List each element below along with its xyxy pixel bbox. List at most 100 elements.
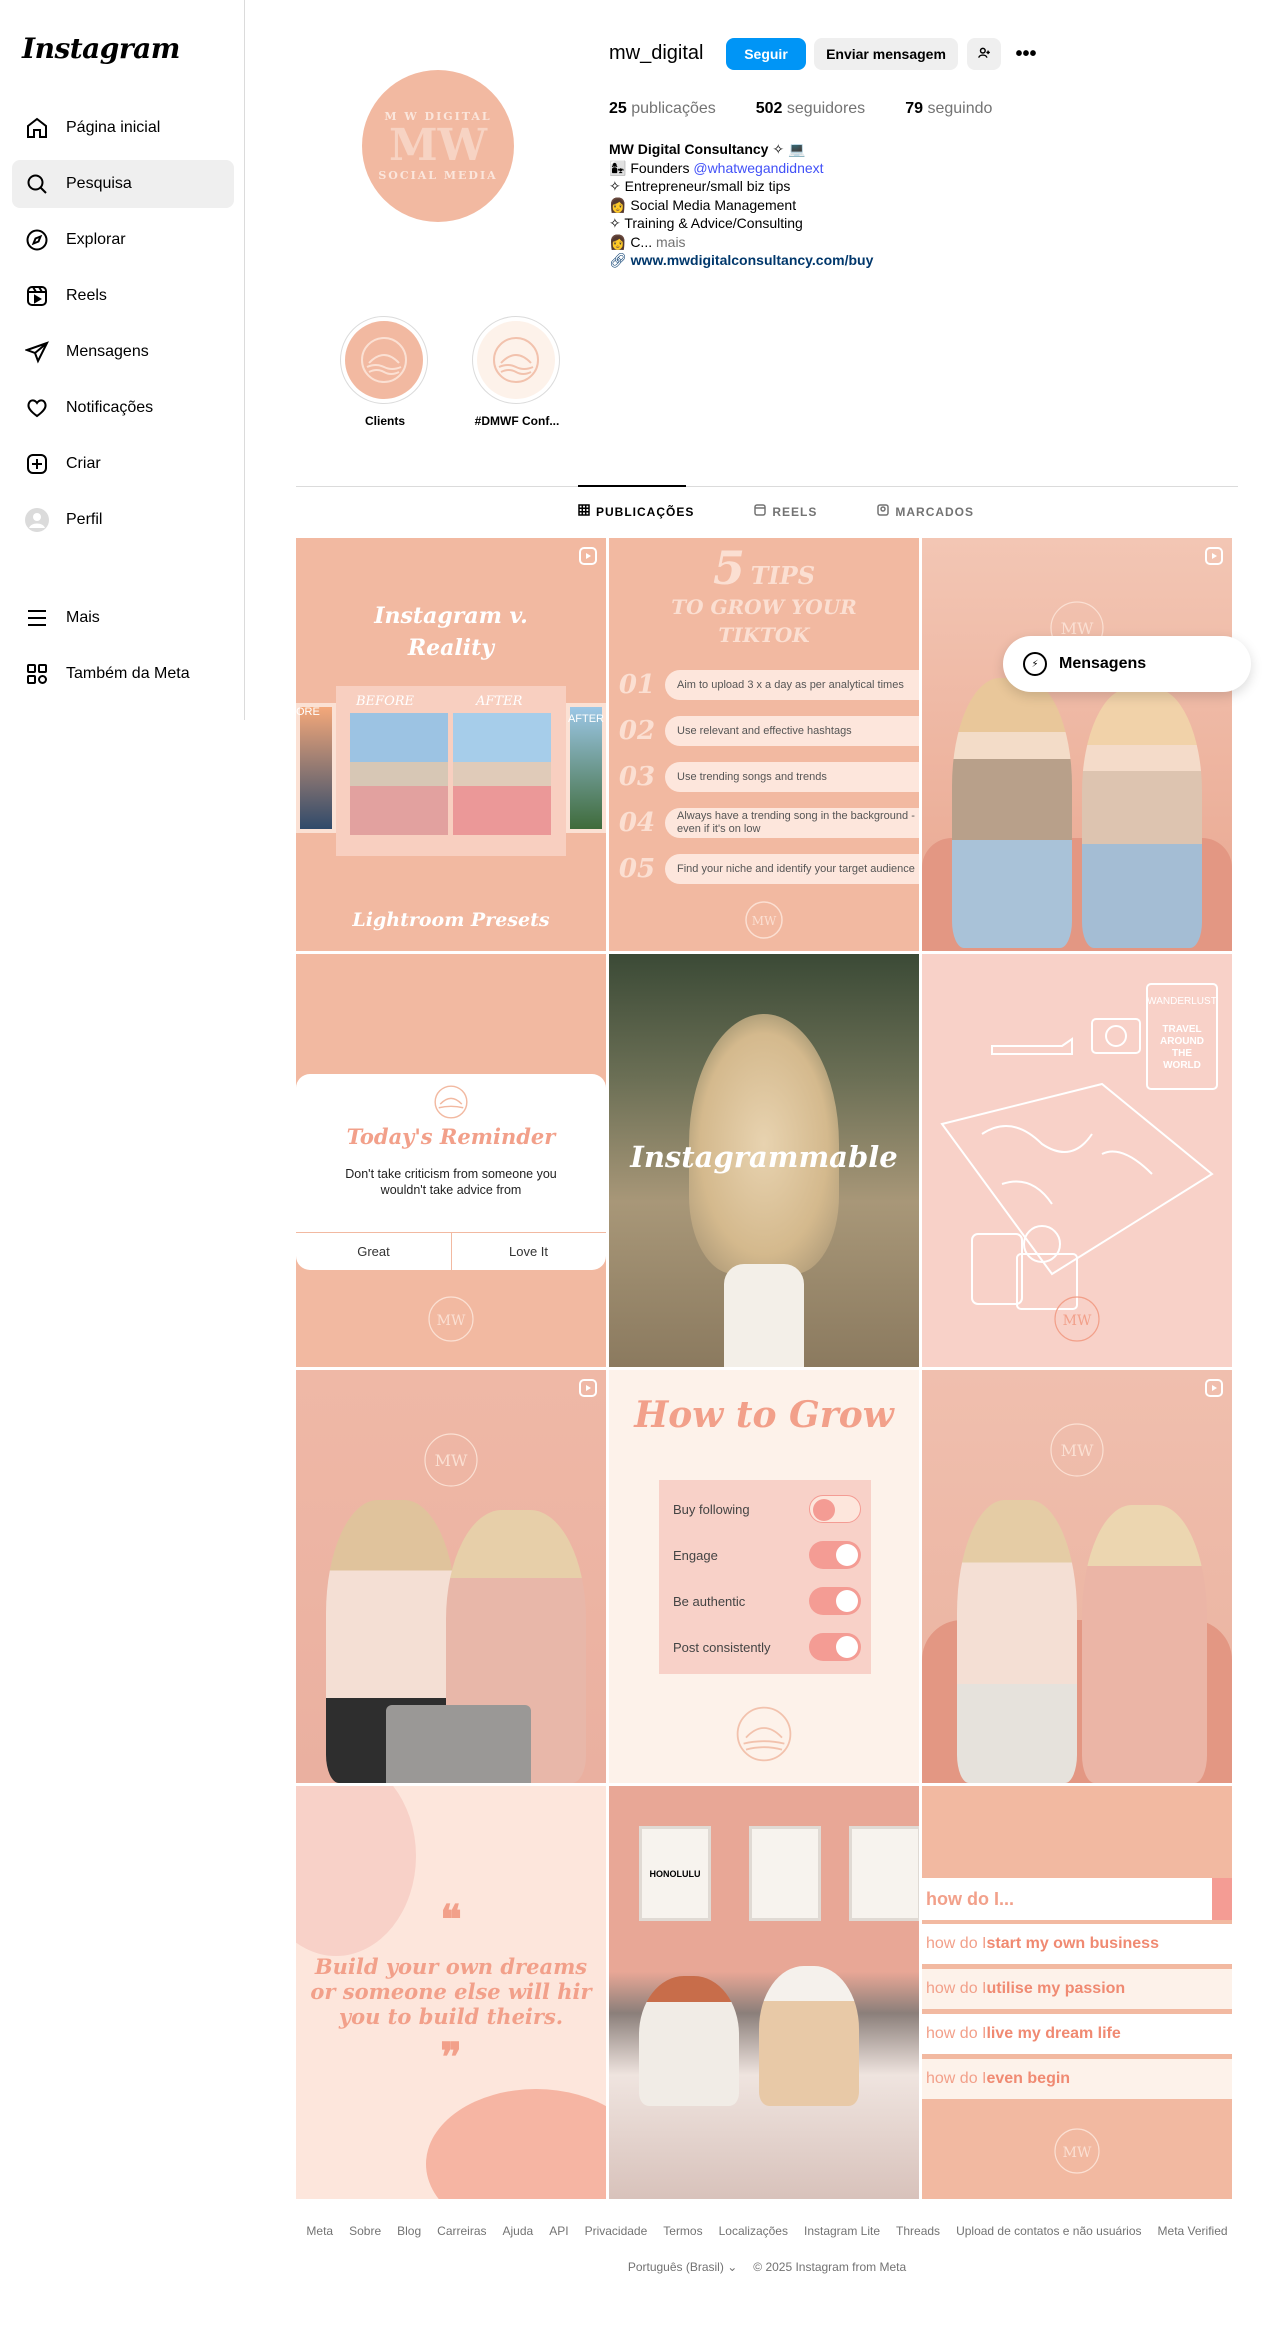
- bio-link-row[interactable]: 🔗︎ www.mwdigitalconsultancy.com/buy: [609, 251, 1029, 270]
- sidebar-item-label: Criar: [66, 455, 101, 472]
- reel-badge-icon: [579, 1379, 597, 1397]
- heart-icon: [24, 395, 50, 421]
- sidebar-item-profile[interactable]: Perfil: [12, 496, 234, 544]
- post-instagrammable[interactable]: Instagrammable: [609, 954, 919, 1367]
- footer-link[interactable]: Termos: [663, 2224, 702, 2238]
- footer-link[interactable]: Sobre: [349, 2224, 381, 2238]
- suggestion-row: how do I utilise my passion: [922, 1969, 1232, 2009]
- post-founders-laptop[interactable]: MW: [296, 1370, 606, 1783]
- bio-line: ✧ Training & Advice/Consulting: [609, 215, 803, 231]
- sidebar-item-more[interactable]: Mais: [12, 594, 234, 642]
- footer-link[interactable]: Threads: [896, 2224, 940, 2238]
- toggle-knob: [836, 1636, 858, 1658]
- toggle-label: Engage: [673, 1547, 718, 1563]
- bio-more-button[interactable]: mais: [652, 234, 686, 250]
- post-bedroom-photo[interactable]: HONOLULU: [609, 1786, 919, 2199]
- language-label: Português (Brasil): [627, 2260, 724, 2274]
- post-how-to-grow[interactable]: How to Grow Buy following Engage Be auth…: [609, 1370, 919, 1783]
- tip-row: 05 Find your niche and identify your targ…: [609, 850, 919, 888]
- menu-icon: [24, 605, 50, 631]
- tab-tagged[interactable]: MARCADOS: [877, 504, 974, 519]
- footer-link[interactable]: Localizações: [719, 2224, 788, 2238]
- mw-badge-icon: MW: [745, 901, 783, 939]
- post-build-your-dreams[interactable]: ❝ Build your own dreams or someone else …: [296, 1786, 606, 2199]
- post-title: How to Grow: [634, 1394, 894, 1436]
- footer-link[interactable]: Instagram Lite: [804, 2224, 880, 2238]
- sidebar-nav: Página inicial Pesquisa Explorar Reels M…: [12, 104, 234, 552]
- post-todays-reminder[interactable]: Today's Reminder Don't take criticism fr…: [296, 954, 606, 1367]
- sidebar-item-notifications[interactable]: Notificações: [12, 384, 234, 432]
- sidebar-item-messages[interactable]: Mensagens: [12, 328, 234, 376]
- grid-icon: [578, 504, 590, 519]
- profile-avatar[interactable]: M W DIGITAL MW SOCIAL MEDIA: [362, 70, 514, 222]
- post-founders-sofa[interactable]: MW: [922, 1370, 1232, 1783]
- sunset-logo-icon: [736, 1706, 792, 1762]
- wanderlust-sign: WANDERLUST: [1147, 996, 1217, 1007]
- follow-button[interactable]: Seguir: [726, 38, 806, 70]
- followers-count[interactable]: 502 seguidores: [756, 100, 865, 118]
- add-user-button[interactable]: [967, 38, 1001, 70]
- sidebar-item-create[interactable]: Criar: [12, 440, 234, 488]
- instagram-logo[interactable]: Instagram: [22, 32, 180, 65]
- footer-link[interactable]: API: [549, 2224, 568, 2238]
- toggle-label: Be authentic: [673, 1593, 746, 1609]
- post-how-do-i[interactable]: how do I... how do I start my own busine…: [922, 1786, 1232, 2199]
- quote-line: you to build theirs.: [338, 2004, 564, 2029]
- highlight-cover: [345, 321, 423, 399]
- highlight-clients[interactable]: Clients: [340, 316, 430, 428]
- footer-link[interactable]: Carreiras: [437, 2224, 486, 2238]
- highlight-dmwf[interactable]: #DMWF Conf...: [472, 316, 562, 428]
- svg-text:MW: MW: [1061, 1441, 1094, 1460]
- post-travel-illustration[interactable]: WANDERLUST TRAVEL AROUND THE WORLD MW: [922, 954, 1232, 1367]
- footer-meta: Português (Brasil) ⌄ © 2025 Instagram fr…: [296, 2260, 1238, 2274]
- highlight-ring: [340, 316, 428, 404]
- bio-line: 👩 Social Media Management: [609, 196, 797, 213]
- tab-posts[interactable]: PUBLICAÇÕES: [578, 504, 694, 519]
- sidebar-item-explore[interactable]: Explorar: [12, 216, 234, 264]
- send-message-button[interactable]: Enviar mensagem: [814, 38, 958, 70]
- sidebar-item-meta[interactable]: Também da Meta: [12, 650, 234, 698]
- footer-link[interactable]: Upload de contatos e não usuários: [956, 2224, 1141, 2238]
- meta-apps-icon: [24, 661, 50, 687]
- sidebar-item-home[interactable]: Página inicial: [12, 104, 234, 152]
- sidebar-item-search[interactable]: Pesquisa: [12, 160, 234, 208]
- sunset-logo-icon: [434, 1085, 468, 1119]
- footer-link[interactable]: Privacidade: [585, 2224, 648, 2238]
- messages-floating-button[interactable]: ⚡︎ Mensagens: [1003, 636, 1251, 692]
- tab-label: MARCADOS: [895, 504, 975, 519]
- post-title-line: Reality: [407, 635, 495, 661]
- language-select[interactable]: Português (Brasil) ⌄: [628, 2260, 737, 2274]
- avatar-logo: M W DIGITAL MW SOCIAL MEDIA: [378, 110, 497, 182]
- suggestion-row: how do I live my dream life: [922, 2014, 1232, 2054]
- footer-link[interactable]: Meta: [306, 2224, 333, 2238]
- following-count[interactable]: 79 seguindo: [905, 100, 992, 118]
- suggestion-bold: utilise my passion: [986, 1980, 1126, 1997]
- quote-line: or someone else will hir: [310, 1979, 592, 2004]
- person-left: [957, 1500, 1077, 1783]
- suggestion-row: how do I even begin: [922, 2059, 1232, 2099]
- toggle-label: Buy following: [673, 1501, 750, 1517]
- footer-link[interactable]: Meta Verified: [1158, 2224, 1228, 2238]
- post-tiktok-tips[interactable]: 5 TIPS TO GROW YOUR TIKTOK 01 Aim to uplo…: [609, 538, 919, 951]
- post-instagram-vs-reality[interactable]: Instagram v. Reality ORE AFTER BEFORE AF…: [296, 538, 606, 951]
- sidebar-item-label: Reels: [66, 287, 107, 304]
- post-founders-photo[interactable]: MW: [922, 538, 1232, 951]
- sidebar-item-reels[interactable]: Reels: [12, 272, 234, 320]
- plus-square-icon: [24, 451, 50, 477]
- post-title-line: TO GROW YOUR: [671, 595, 857, 619]
- tab-reels[interactable]: REELS: [754, 504, 817, 519]
- more-options-button[interactable]: •••: [1010, 38, 1042, 70]
- copyright: © 2025 Instagram from Meta: [753, 2260, 907, 2274]
- bio-website-link[interactable]: www.mwdigitalconsultancy.com/buy: [631, 252, 874, 268]
- home-icon: [24, 115, 50, 141]
- tip-number: 05: [618, 854, 656, 884]
- wall-poster: [849, 1826, 919, 1921]
- reel-badge-icon: [1205, 1379, 1223, 1397]
- sidebar-item-label: Notificações: [66, 399, 154, 416]
- laptop: [386, 1705, 531, 1783]
- bio-mention-link[interactable]: @whatwegandidnext: [693, 160, 823, 176]
- search-button: [1212, 1878, 1232, 1920]
- quote-close-icon: ❞: [440, 2034, 462, 2081]
- footer-link[interactable]: Blog: [397, 2224, 421, 2238]
- footer-link[interactable]: Ajuda: [503, 2224, 534, 2238]
